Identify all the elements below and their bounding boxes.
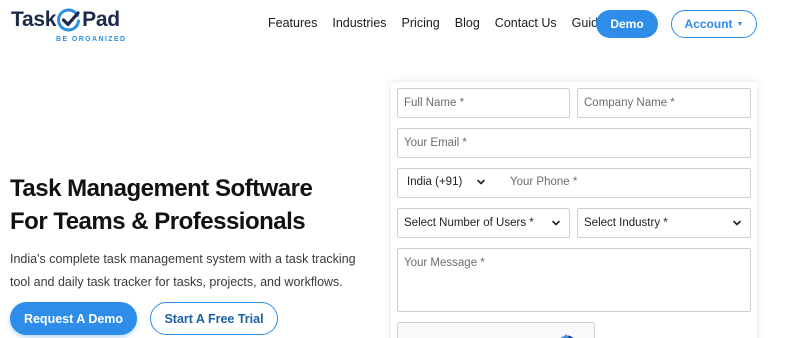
- hero-title-line-1: Task Management Software: [10, 175, 313, 202]
- logo-tagline: BE ORGANIZED: [56, 36, 127, 43]
- email-placeholder: Your Email *: [404, 137, 467, 149]
- users-select[interactable]: Select Number of Users *: [397, 208, 570, 238]
- users-select-value: Select Number of Users *: [404, 217, 534, 229]
- account-button-label: Account: [684, 17, 733, 31]
- site-header: Task Pad BE ORGANIZED Features Industrie…: [0, 0, 800, 52]
- nav-blog[interactable]: Blog: [455, 16, 480, 30]
- hero-subtitle-line-2: tool and daily task tracker for tasks, p…: [10, 275, 343, 289]
- country-code-select[interactable]: India (+91): [407, 176, 486, 188]
- phone-group: India (+91) Your Phone *: [397, 168, 751, 198]
- industry-select-value: Select Industry *: [584, 217, 668, 229]
- chevron-down-icon: [477, 179, 486, 185]
- hero-subtitle: India's complete task management system …: [10, 248, 380, 294]
- request-demo-label: Request A Demo: [23, 311, 124, 326]
- taskpad-logo[interactable]: Task Pad BE ORGANIZED: [11, 6, 141, 46]
- caret-down-icon: ▼: [736, 20, 744, 28]
- hero-title-line-2: For Teams & Professionals: [10, 208, 306, 235]
- nav-contact-us[interactable]: Contact Us: [495, 16, 557, 30]
- demo-button-label: Demo: [610, 17, 644, 31]
- free-trial-label: Start A Free Trial: [164, 311, 264, 326]
- chevron-down-icon: [733, 220, 741, 226]
- free-trial-button[interactable]: Start A Free Trial: [150, 302, 278, 335]
- nav-features[interactable]: Features: [268, 16, 317, 30]
- logo-wordmark: Task Pad: [11, 8, 120, 32]
- country-code-value: India (+91): [407, 176, 463, 188]
- check-circle-icon: [57, 8, 81, 32]
- chevron-down-icon: [552, 220, 560, 226]
- logo-text-pad: Pad: [82, 8, 120, 31]
- full-name-placeholder: Full Name *: [404, 97, 465, 109]
- phone-input[interactable]: Your Phone *: [510, 176, 577, 188]
- demo-button[interactable]: Demo: [596, 10, 658, 38]
- nav-industries[interactable]: Industries: [332, 16, 386, 30]
- nav-pricing[interactable]: Pricing: [402, 16, 440, 30]
- industry-select[interactable]: Select Industry *: [577, 208, 751, 238]
- message-textarea[interactable]: Your Message *: [397, 248, 751, 312]
- recaptcha-widget[interactable]: [397, 322, 595, 338]
- company-name-placeholder: Company Name *: [584, 97, 675, 109]
- full-name-input[interactable]: Full Name *: [397, 88, 570, 118]
- main-nav: Features Industries Pricing Blog Contact…: [268, 16, 605, 30]
- recaptcha-icon: [560, 334, 574, 338]
- request-demo-button[interactable]: Request A Demo: [10, 302, 137, 335]
- company-name-input[interactable]: Company Name *: [577, 88, 751, 118]
- hero-title: Task Management Software For Teams & Pro…: [10, 172, 390, 238]
- hero-subtitle-line-1: India's complete task management system …: [10, 252, 356, 266]
- logo-text-task: Task: [11, 8, 57, 31]
- account-button[interactable]: Account ▼: [671, 10, 757, 38]
- message-placeholder: Your Message *: [404, 257, 485, 269]
- email-input[interactable]: Your Email *: [397, 128, 751, 158]
